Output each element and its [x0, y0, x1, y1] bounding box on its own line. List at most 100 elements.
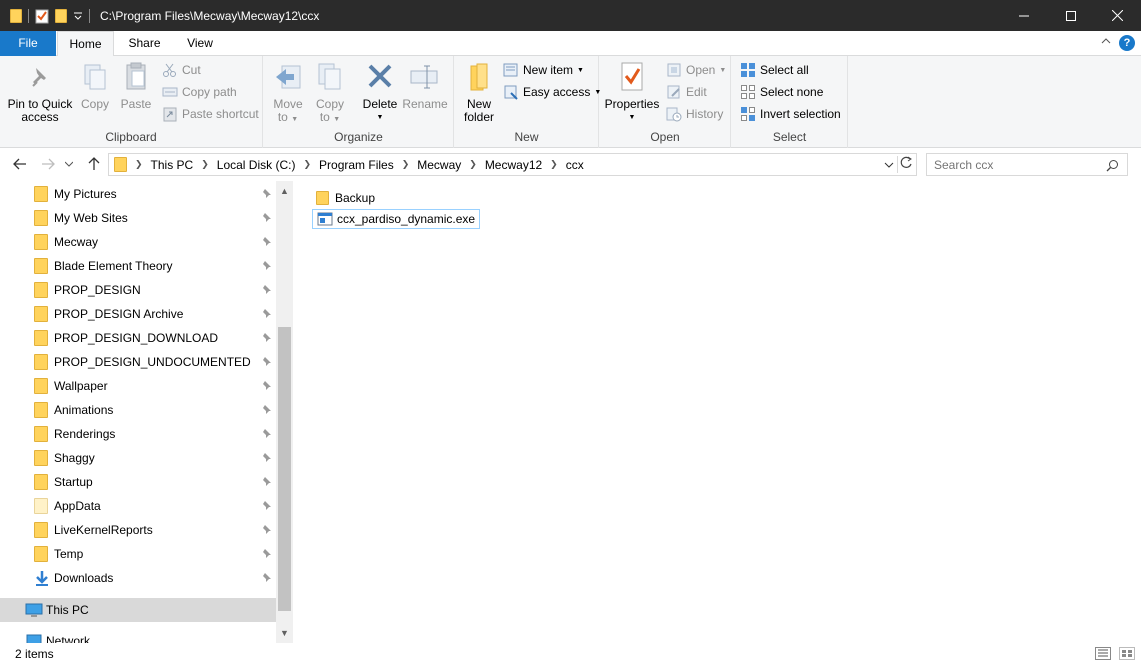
- collapse-ribbon-icon[interactable]: [1101, 36, 1111, 48]
- open-button[interactable]: Open ▼: [666, 60, 726, 80]
- chevron-right-icon[interactable]: ❯: [303, 159, 311, 170]
- forward-button[interactable]: [38, 154, 58, 174]
- help-icon[interactable]: ?: [1119, 35, 1135, 51]
- properties-icon[interactable]: [35, 8, 49, 24]
- search-input[interactable]: [934, 157, 1104, 172]
- sidebar-item[interactable]: AppData: [0, 494, 276, 518]
- address-bar[interactable]: ❯ This PC ❯ Local Disk (C:) ❯ Program Files ❯…: [108, 153, 917, 176]
- breadcrumb-item[interactable]: Program Files: [319, 158, 394, 172]
- sidebar-item[interactable]: Animations: [0, 398, 276, 422]
- file-item[interactable]: ccx_pardiso_dynamic.exe: [312, 209, 481, 229]
- nav-scrollbar[interactable]: ▲ ▼: [276, 181, 293, 643]
- copy-to-button[interactable]: Copy to ▼: [312, 60, 348, 126]
- pin-icon[interactable]: [262, 260, 272, 270]
- rename-button[interactable]: Rename: [402, 60, 448, 111]
- large-icons-view-button[interactable]: [1119, 647, 1135, 660]
- pin-icon[interactable]: [262, 452, 272, 462]
- pin-icon[interactable]: [262, 380, 272, 390]
- sidebar-item[interactable]: Temp: [0, 542, 276, 566]
- scrollbar-thumb[interactable]: [278, 327, 291, 611]
- sidebar-item[interactable]: Wallpaper: [0, 374, 276, 398]
- breadcrumb-item[interactable]: Mecway: [417, 158, 461, 172]
- sidebar-item[interactable]: PROP_DESIGN: [0, 278, 276, 302]
- select-none-button[interactable]: Select none: [740, 82, 823, 102]
- scroll-down-icon[interactable]: ▼: [276, 625, 293, 642]
- search-box[interactable]: [926, 153, 1128, 176]
- quick-access-toolbar: [0, 8, 90, 24]
- customize-toolbar-icon[interactable]: [73, 11, 83, 21]
- close-button[interactable]: [1094, 0, 1141, 31]
- sidebar-item[interactable]: PROP_DESIGN_UNDOCUMENTED: [0, 350, 276, 374]
- chevron-right-icon[interactable]: ❯: [402, 159, 410, 170]
- recent-locations-button[interactable]: [62, 154, 76, 174]
- sidebar-item[interactable]: PROP_DESIGN_DOWNLOAD: [0, 326, 276, 350]
- sidebar-item[interactable]: Mecway: [0, 230, 276, 254]
- pin-icon[interactable]: [262, 428, 272, 438]
- paste-button[interactable]: Paste: [116, 60, 156, 111]
- sidebar-item[interactable]: My Web Sites: [0, 206, 276, 230]
- breadcrumb-item[interactable]: ccx: [566, 158, 584, 172]
- sidebar-item[interactable]: Startup: [0, 470, 276, 494]
- sidebar-item[interactable]: PROP_DESIGN Archive: [0, 302, 276, 326]
- new-folder-button[interactable]: New folder: [459, 60, 499, 124]
- new-item-button[interactable]: New item ▼: [503, 60, 584, 80]
- edit-button[interactable]: Edit: [666, 82, 707, 102]
- breadcrumb-item[interactable]: Mecway12: [485, 158, 542, 172]
- breadcrumb-item[interactable]: Local Disk (C:): [217, 158, 296, 172]
- history-button[interactable]: History: [666, 104, 723, 124]
- chevron-right-icon[interactable]: ❯: [550, 159, 558, 170]
- tab-file[interactable]: File: [0, 31, 56, 56]
- chevron-right-icon[interactable]: ❯: [201, 159, 209, 170]
- cut-button[interactable]: Cut: [162, 60, 201, 80]
- address-dropdown-button[interactable]: [884, 158, 894, 172]
- back-button[interactable]: [10, 154, 30, 174]
- sidebar-item[interactable]: Shaggy: [0, 446, 276, 470]
- sidebar-item-this-pc[interactable]: This PC: [0, 598, 276, 622]
- pin-icon[interactable]: [262, 524, 272, 534]
- sidebar-item[interactable]: Blade Element Theory: [0, 254, 276, 278]
- pin-icon[interactable]: [262, 572, 272, 582]
- scroll-up-icon[interactable]: ▲: [276, 183, 293, 200]
- file-item[interactable]: Backup: [312, 188, 379, 208]
- pin-icon[interactable]: [262, 236, 272, 246]
- pin-icon[interactable]: [262, 356, 272, 366]
- maximize-button[interactable]: [1047, 0, 1094, 31]
- up-button[interactable]: [84, 154, 104, 174]
- pin-to-quick-access-button[interactable]: Pin to Quick access: [6, 60, 74, 124]
- paste-shortcut-button[interactable]: Paste shortcut: [162, 104, 259, 124]
- invert-selection-button[interactable]: Invert selection: [740, 104, 841, 124]
- refresh-button[interactable]: [897, 156, 913, 173]
- sidebar-item[interactable]: Renderings: [0, 422, 276, 446]
- easy-access-button[interactable]: Easy access ▼: [503, 82, 601, 102]
- pin-icon[interactable]: [262, 476, 272, 486]
- search-icon[interactable]: [1106, 159, 1119, 172]
- details-view-button[interactable]: [1095, 647, 1111, 660]
- properties-button[interactable]: Properties ▼: [604, 60, 660, 124]
- sidebar-item-network[interactable]: Network: [0, 629, 276, 643]
- new-folder-icon[interactable]: [55, 8, 67, 23]
- sidebar-item-label: Downloads: [54, 571, 114, 585]
- pin-icon[interactable]: [262, 404, 272, 414]
- breadcrumb-item[interactable]: This PC: [151, 158, 194, 172]
- sidebar-item[interactable]: My Pictures: [0, 182, 276, 206]
- copy-button[interactable]: Copy: [76, 60, 114, 111]
- select-all-button[interactable]: Select all: [740, 60, 809, 80]
- tab-share[interactable]: Share: [117, 31, 172, 56]
- pin-icon[interactable]: [262, 308, 272, 318]
- tab-home[interactable]: Home: [57, 31, 114, 57]
- minimize-button[interactable]: [1000, 0, 1047, 31]
- pin-icon[interactable]: [262, 212, 272, 222]
- copy-path-button[interactable]: Copy path: [162, 82, 237, 102]
- pin-icon[interactable]: [262, 500, 272, 510]
- sidebar-item-label: Renderings: [54, 427, 116, 441]
- pin-icon[interactable]: [262, 332, 272, 342]
- move-to-button[interactable]: Move to ▼: [270, 60, 306, 126]
- pin-icon[interactable]: [262, 548, 272, 558]
- sidebar-item[interactable]: Downloads: [0, 566, 276, 590]
- tab-view[interactable]: View: [174, 31, 226, 56]
- pin-icon[interactable]: [262, 284, 272, 294]
- chevron-right-icon[interactable]: ❯: [469, 159, 477, 170]
- pin-icon[interactable]: [262, 188, 272, 198]
- sidebar-item[interactable]: LiveKernelReports: [0, 518, 276, 542]
- delete-button[interactable]: Delete ▼: [360, 60, 400, 124]
